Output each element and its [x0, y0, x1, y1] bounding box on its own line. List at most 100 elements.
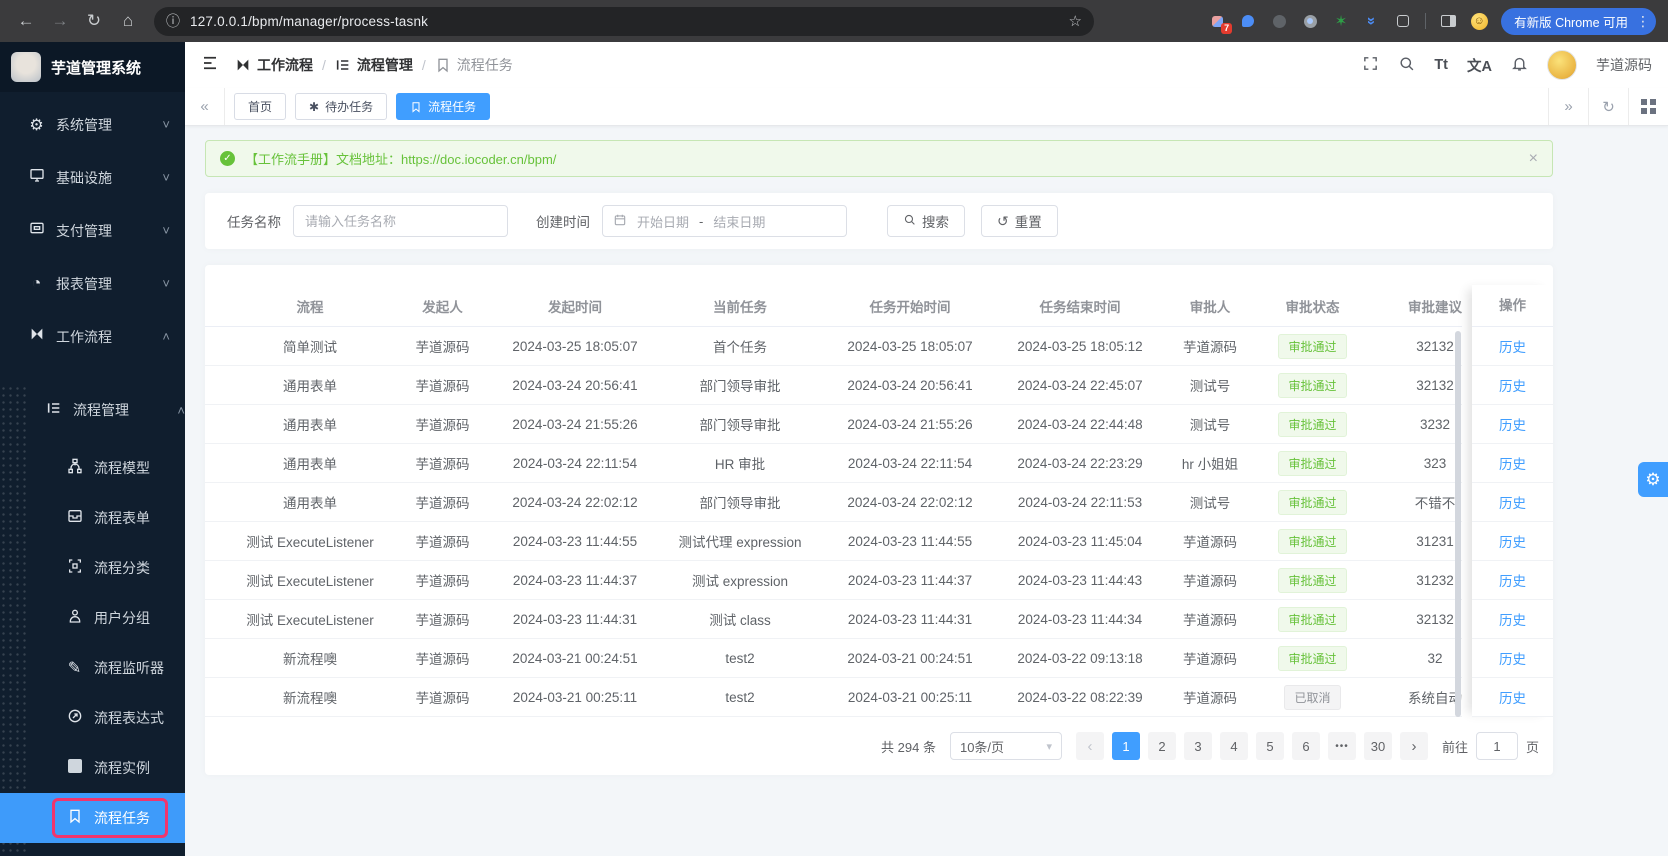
- workflow-logo-icon: [28, 326, 45, 347]
- sidebar-item-process-form[interactable]: 流程表单: [0, 493, 185, 543]
- sidebar-item-workflow[interactable]: 工作流程 ˄: [0, 310, 185, 363]
- search-button[interactable]: 搜索: [887, 205, 965, 237]
- settings-gear-button[interactable]: ⚙: [1638, 462, 1668, 497]
- search-icon[interactable]: [1398, 55, 1415, 75]
- breadcrumb-process-mgmt[interactable]: 流程管理: [335, 55, 413, 75]
- font-size-icon[interactable]: Tt: [1434, 57, 1448, 73]
- star-extension-icon[interactable]: ✶: [1332, 12, 1350, 30]
- next-page-button[interactable]: ›: [1399, 732, 1428, 760]
- dark-circle-extension-icon[interactable]: [1270, 12, 1288, 30]
- history-link[interactable]: 历史: [1499, 648, 1526, 668]
- history-link[interactable]: 历史: [1499, 687, 1526, 707]
- history-link[interactable]: 历史: [1499, 531, 1526, 551]
- sidebar-item-process-mgmt[interactable]: 流程管理 ˄: [0, 385, 185, 435]
- date-range-picker[interactable]: 开始日期 - 结束日期: [602, 205, 847, 237]
- browser-menu-icon[interactable]: ⋮: [1636, 13, 1650, 30]
- pie-chart-icon: ◔: [31, 274, 42, 292]
- translate-icon[interactable]: 文A: [1467, 55, 1492, 76]
- history-link[interactable]: 历史: [1499, 453, 1526, 473]
- tab-process-task[interactable]: 流程任务: [396, 93, 491, 120]
- side-panel-icon[interactable]: [1439, 12, 1457, 30]
- more-pages-button[interactable]: •••: [1327, 732, 1356, 760]
- chrome-update-button[interactable]: 有新版 Chrome 可用 ⋮: [1501, 7, 1656, 35]
- history-link[interactable]: 历史: [1499, 609, 1526, 629]
- notification-bell-icon[interactable]: [1511, 55, 1528, 75]
- tab-options-grid-icon[interactable]: [1628, 88, 1668, 125]
- cell-status: 审批通过: [1260, 528, 1365, 554]
- url-bar[interactable]: ⓘ 127.0.0.1/bpm/manager/process-tasnk ☆: [154, 6, 1094, 36]
- task-name-input[interactable]: [293, 205, 508, 237]
- map-pin-extension-icon[interactable]: [1239, 12, 1257, 30]
- cell-approver: 芋道源码: [1183, 613, 1237, 628]
- sidebar-item-process-expression[interactable]: 流程表达式: [0, 693, 185, 743]
- goto-page-input[interactable]: [1475, 732, 1518, 760]
- chrome-update-label: 有新版 Chrome 可用: [1514, 15, 1628, 30]
- prev-page-button[interactable]: ‹: [1075, 732, 1104, 760]
- sidebar-item-process-task[interactable]: 流程任务: [0, 793, 185, 843]
- page-size-select[interactable]: 10条/页 ▾: [949, 732, 1062, 760]
- last-page-button[interactable]: 30: [1363, 732, 1392, 760]
- page-button[interactable]: 6: [1291, 732, 1320, 760]
- sidebar-item-system[interactable]: ⚙ 系统管理 ˅: [0, 98, 185, 151]
- sidebar-item-report[interactable]: ◔ 报表管理 ˅: [0, 257, 185, 310]
- history-link[interactable]: 历史: [1499, 492, 1526, 512]
- tab-todo[interactable]: ✱ 待办任务: [295, 93, 388, 120]
- username[interactable]: 芋道源码: [1596, 55, 1652, 75]
- page-button[interactable]: 3: [1183, 732, 1212, 760]
- cell-task-start: 2024-03-24 21:55:26: [847, 416, 973, 432]
- sidebar-item-process-instance[interactable]: 流程实例: [0, 743, 185, 793]
- cell-opinion: 不错不: [1414, 496, 1456, 511]
- app-title: 芋道管理系统: [51, 59, 142, 77]
- bookmark-star-icon[interactable]: ☆: [1069, 7, 1082, 35]
- page-button[interactable]: 2: [1147, 732, 1176, 760]
- vertical-scrollbar[interactable]: [1455, 331, 1461, 717]
- cell-starter: 芋道源码: [415, 652, 470, 667]
- reset-button[interactable]: ↺ 重置: [981, 205, 1058, 237]
- alert-text: 【工作流手册】文档地址：https://doc.iocoder.cn/bpm/: [245, 152, 557, 167]
- forward-icon[interactable]: →: [46, 7, 74, 35]
- page-button[interactable]: 1: [1111, 732, 1140, 760]
- puzzle-extensions-icon[interactable]: [1394, 12, 1412, 30]
- reload-icon[interactable]: ↻: [80, 7, 108, 35]
- page-buttons: 123456: [1111, 732, 1320, 760]
- sidebar-item-infra[interactable]: 基础设施 ˅: [0, 151, 185, 204]
- list-icon: [45, 400, 62, 421]
- chevron-up-icon: ˄: [177, 402, 185, 418]
- breadcrumb-workflow[interactable]: 工作流程: [235, 55, 313, 75]
- back-icon[interactable]: ←: [12, 7, 40, 35]
- cell-status: 审批通过: [1260, 645, 1365, 671]
- tab-home[interactable]: 首页: [234, 93, 287, 120]
- page-button[interactable]: 5: [1255, 732, 1284, 760]
- refresh-tab-icon[interactable]: ↻: [1588, 88, 1628, 125]
- sidebar-item-process-listener[interactable]: ✎ 流程监听器: [0, 643, 185, 693]
- site-info-icon[interactable]: ⓘ: [166, 7, 180, 35]
- sidebar-item-payment[interactable]: 支付管理 ˅: [0, 204, 185, 257]
- sidebar-item-user-group[interactable]: 用户分组: [0, 593, 185, 643]
- sidebar-item-process-category[interactable]: 流程分类: [0, 543, 185, 593]
- status-badge: 审批通过: [1278, 489, 1347, 515]
- user-avatar[interactable]: [1547, 50, 1577, 80]
- page-button[interactable]: 4: [1219, 732, 1248, 760]
- history-link[interactable]: 历史: [1499, 414, 1526, 434]
- doc-link[interactable]: https://doc.iocoder.cn/bpm/: [401, 152, 556, 167]
- history-link[interactable]: 历史: [1499, 375, 1526, 395]
- app-logo[interactable]: 芋道管理系统: [0, 42, 185, 92]
- table-row: 通用表单 芋道源码 2024-03-24 22:11:54 HR 审批 2024…: [205, 444, 1462, 483]
- history-link[interactable]: 历史: [1499, 570, 1526, 590]
- fullscreen-icon[interactable]: [1362, 55, 1379, 75]
- chevrons-extension-icon[interactable]: »: [1363, 12, 1381, 30]
- tabs-scroll-right-icon[interactable]: »: [1548, 88, 1588, 125]
- ring-extension-icon[interactable]: [1301, 12, 1319, 30]
- collapse-menu-icon[interactable]: [201, 54, 219, 77]
- monitor-icon: [28, 167, 45, 188]
- cell-opinion: 31231: [1416, 533, 1454, 549]
- sidebar-item-process-model[interactable]: 流程模型: [0, 443, 185, 493]
- close-icon[interactable]: ×: [1529, 150, 1538, 168]
- profile-avatar-icon[interactable]: ☺: [1470, 12, 1488, 30]
- tabs-scroll-left-icon[interactable]: «: [185, 88, 225, 125]
- cell-opinion: 32132: [1416, 377, 1454, 393]
- history-link[interactable]: 历史: [1499, 336, 1526, 356]
- home-icon[interactable]: ⌂: [114, 7, 142, 35]
- cell-start-time: 2024-03-25 18:05:07: [512, 338, 638, 354]
- extension-icon[interactable]: 7: [1208, 12, 1233, 34]
